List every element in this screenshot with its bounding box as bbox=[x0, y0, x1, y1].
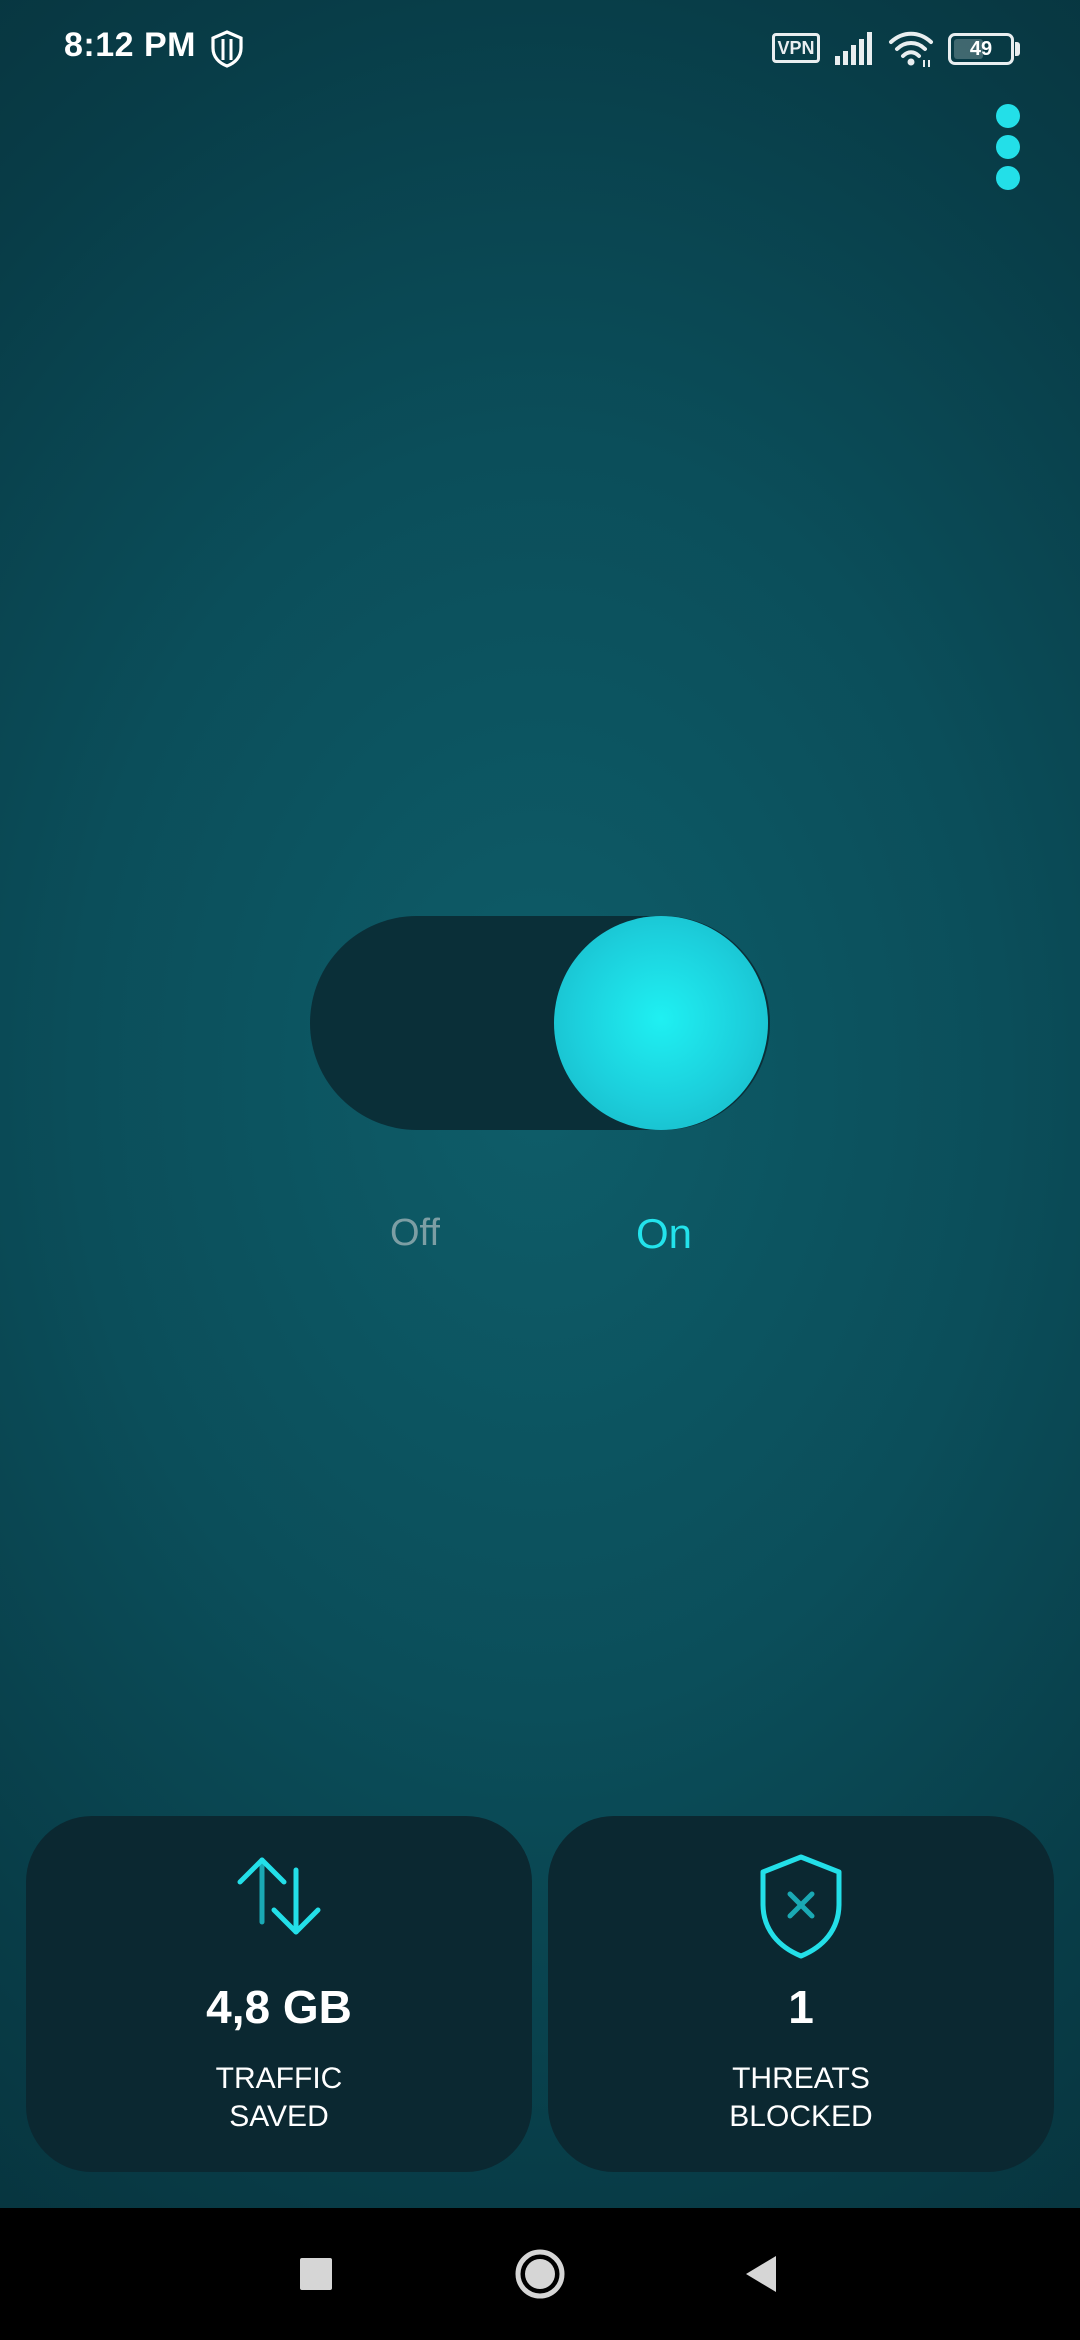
battery-level: 49 bbox=[969, 38, 993, 60]
vpn-shield-icon bbox=[211, 30, 243, 68]
toggle-knob[interactable] bbox=[554, 916, 768, 1130]
menu-dot bbox=[996, 166, 1020, 190]
traffic-saved-card[interactable]: 4,8 GB TRAFFIC SAVED bbox=[26, 1816, 532, 2172]
traffic-label-line2: SAVED bbox=[229, 2100, 329, 2133]
threats-label: THREATS BLOCKED bbox=[548, 2060, 1054, 2136]
threats-label-line1: THREATS bbox=[732, 2062, 870, 2095]
menu-dot bbox=[996, 135, 1020, 159]
home-circle-icon[interactable] bbox=[490, 2208, 590, 2340]
shield-x-icon bbox=[760, 1854, 842, 1959]
traffic-label: TRAFFIC SAVED bbox=[26, 2060, 532, 2136]
toggle-off-label: Off bbox=[390, 1212, 440, 1254]
battery-icon: 49 bbox=[948, 33, 1014, 65]
signal-icon bbox=[835, 32, 872, 65]
status-bar: 8:12 PM VPN 49 bbox=[0, 0, 1080, 100]
up-down-arrows-icon bbox=[237, 1857, 321, 1935]
toggle-on-label: On bbox=[636, 1210, 693, 1257]
threats-value: 1 bbox=[788, 1981, 814, 2033]
navigation-bar bbox=[0, 2208, 1080, 2340]
more-vertical-icon[interactable] bbox=[990, 100, 1026, 200]
battery-tip bbox=[1015, 42, 1020, 56]
traffic-label-line1: TRAFFIC bbox=[215, 2062, 343, 2095]
status-time: 8:12 PM bbox=[64, 26, 196, 64]
vpn-badge: VPN bbox=[772, 33, 820, 63]
traffic-value: 4,8 GB bbox=[206, 1981, 352, 2033]
menu-dot bbox=[996, 104, 1020, 128]
threats-blocked-card[interactable]: 1 THREATS BLOCKED bbox=[548, 1816, 1054, 2172]
back-triangle-icon[interactable] bbox=[712, 2208, 812, 2340]
wifi-icon bbox=[889, 31, 933, 67]
recents-square-icon[interactable] bbox=[266, 2208, 366, 2340]
threats-label-line2: BLOCKED bbox=[729, 2100, 873, 2133]
